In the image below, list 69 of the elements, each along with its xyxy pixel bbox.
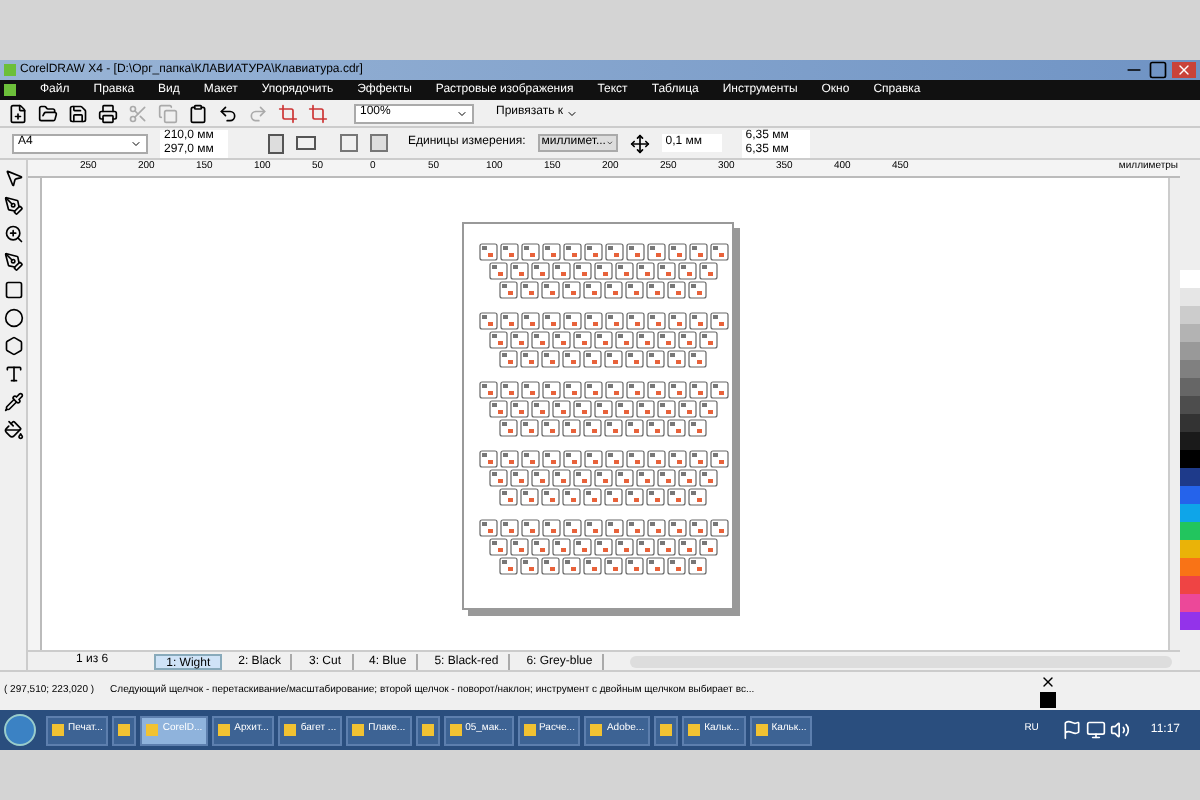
speaker-icon[interactable] <box>1110 720 1131 740</box>
app-icon <box>352 724 365 736</box>
color-swatch[interactable] <box>1180 396 1200 414</box>
color-swatch[interactable] <box>1180 522 1200 540</box>
app-icon <box>590 724 603 736</box>
new-file-icon[interactable] <box>8 103 28 123</box>
outline-color-swatch <box>1040 692 1056 708</box>
taskbar-button[interactable] <box>415 715 440 745</box>
app-icon <box>146 724 159 736</box>
caret-icon <box>130 137 142 149</box>
tool-icon[interactable] <box>3 364 23 384</box>
taskbar-button[interactable] <box>654 715 679 745</box>
color-swatch[interactable] <box>1180 594 1200 612</box>
color-swatch[interactable] <box>1180 414 1200 432</box>
color-swatch[interactable] <box>1180 450 1200 468</box>
tool-icon[interactable] <box>3 168 23 188</box>
color-swatch[interactable] <box>1180 504 1200 522</box>
color-swatch[interactable] <box>1180 432 1200 450</box>
tool-icon[interactable] <box>3 224 23 244</box>
undo-icon[interactable] <box>218 103 238 123</box>
color-swatch[interactable] <box>1180 306 1200 324</box>
app-icon <box>688 724 701 736</box>
current-page-icon[interactable] <box>370 134 388 152</box>
monitor-icon[interactable] <box>1086 720 1107 740</box>
color-swatch[interactable] <box>1180 378 1200 396</box>
printer-icon[interactable] <box>98 103 118 123</box>
color-swatch[interactable] <box>1180 558 1200 576</box>
taskbar-button[interactable] <box>112 715 137 745</box>
nudge-icon[interactable] <box>629 133 650 153</box>
caret-icon <box>456 107 468 119</box>
tool-icon[interactable] <box>3 252 23 272</box>
maximize-icon[interactable] <box>1148 60 1168 80</box>
app-icon <box>284 724 297 736</box>
tool-icon[interactable] <box>3 392 23 412</box>
tool-icon[interactable] <box>3 196 23 216</box>
folder-icon[interactable] <box>38 103 58 123</box>
app-icon <box>218 724 231 736</box>
start-button[interactable] <box>4 714 36 746</box>
app-icon <box>660 724 673 736</box>
color-swatch[interactable] <box>1180 342 1200 360</box>
caret-icon <box>605 138 614 148</box>
color-swatch[interactable] <box>1180 360 1200 378</box>
save-icon[interactable] <box>68 103 88 123</box>
tool-icon[interactable] <box>3 420 23 440</box>
tool-icon[interactable] <box>3 336 23 356</box>
portrait-icon[interactable] <box>268 133 284 153</box>
app-icon <box>523 724 536 736</box>
app-icon <box>52 724 64 736</box>
close-button[interactable] <box>1172 62 1196 78</box>
app-icon <box>421 724 434 736</box>
landscape-icon[interactable] <box>296 136 316 150</box>
color-swatch[interactable] <box>1180 576 1200 594</box>
pages-icon[interactable] <box>340 134 358 152</box>
color-swatch[interactable] <box>1180 612 1200 630</box>
color-swatch[interactable] <box>1180 468 1200 486</box>
vertical-scrollbar[interactable] <box>1168 178 1180 650</box>
caret-icon <box>565 107 577 119</box>
color-swatch[interactable] <box>1180 540 1200 558</box>
color-swatch[interactable] <box>1180 486 1200 504</box>
color-swatch[interactable] <box>1180 270 1200 288</box>
flag-icon[interactable] <box>1062 720 1083 740</box>
clipboard-icon[interactable] <box>188 103 208 123</box>
app-icon <box>118 724 131 736</box>
color-swatch[interactable] <box>1180 324 1200 342</box>
color-swatch[interactable] <box>1180 288 1200 306</box>
app-icon <box>449 724 462 736</box>
no-fill-icon <box>1040 674 1056 690</box>
horizontal-scrollbar[interactable] <box>630 655 1172 667</box>
app-icon <box>755 724 768 736</box>
